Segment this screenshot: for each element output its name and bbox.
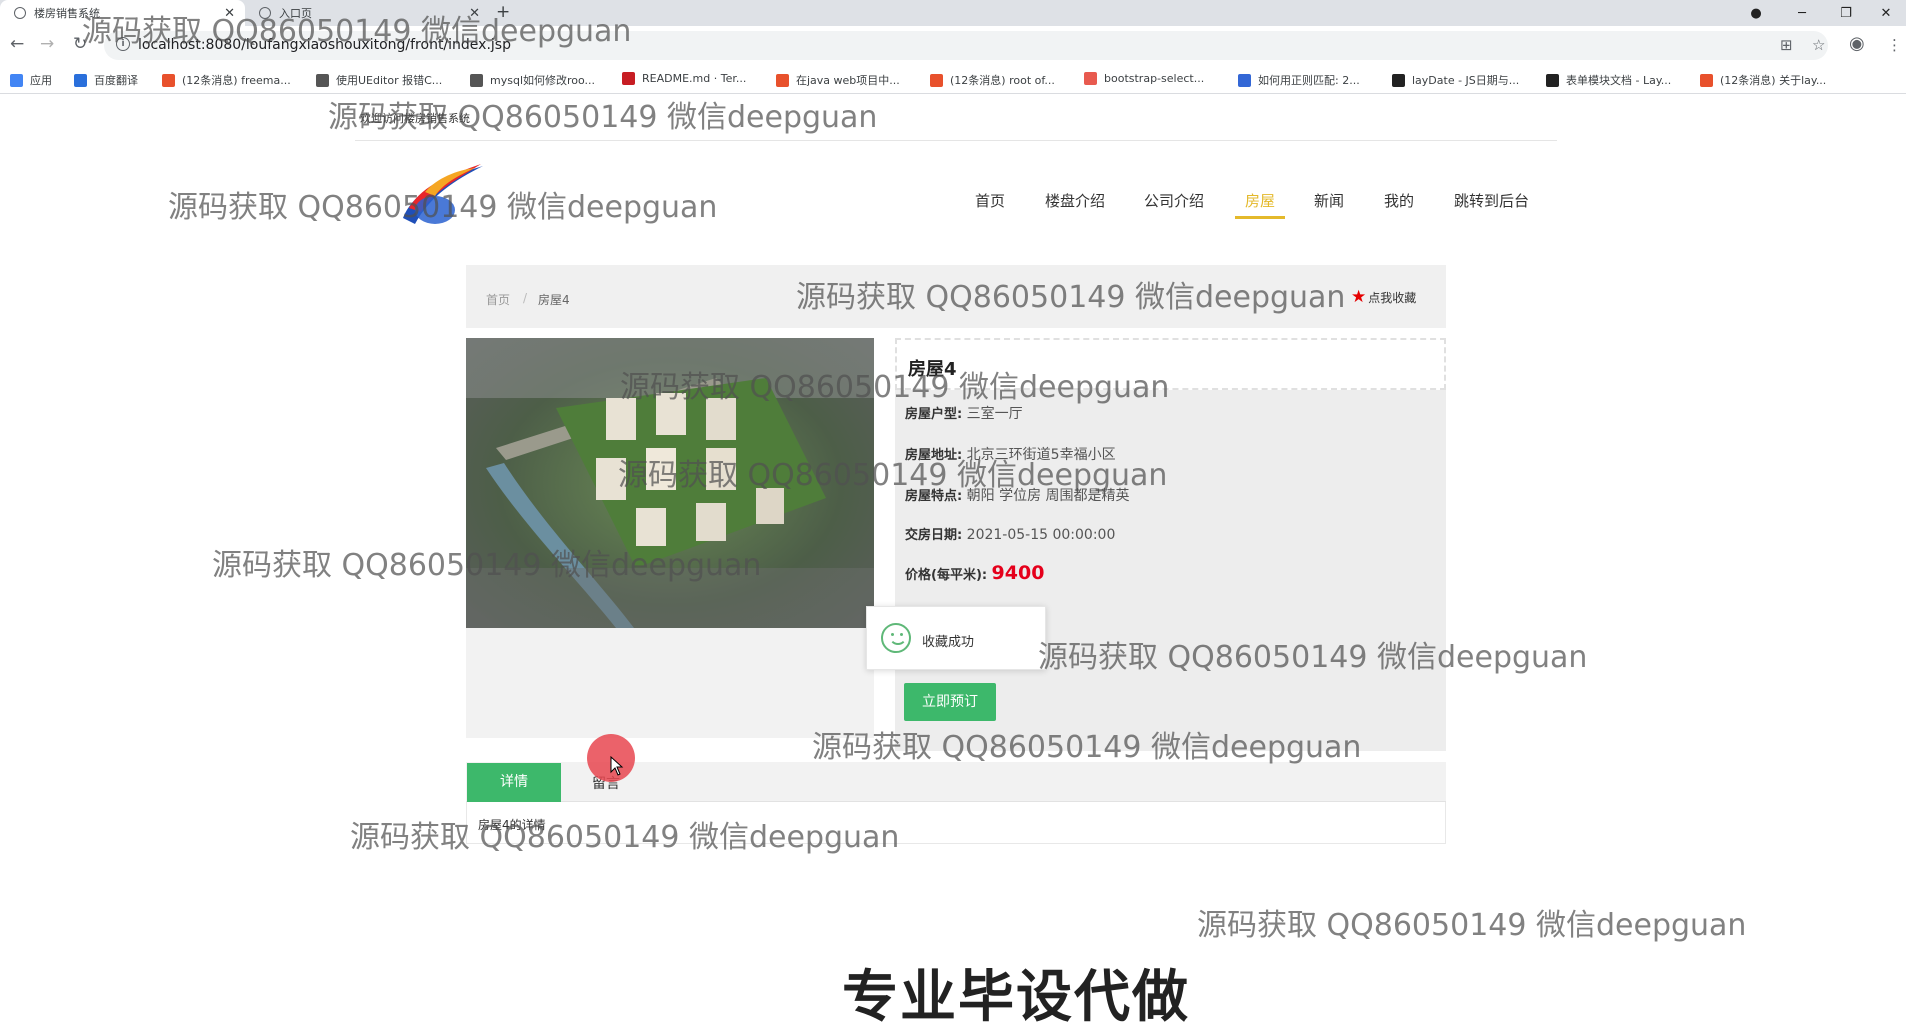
minimize-icon[interactable]: ─: [1782, 0, 1822, 26]
bookmark-item[interactable]: 应用: [10, 72, 52, 88]
bookmark-label: 表单模块文档 - Lay...: [1566, 74, 1672, 87]
price-row: 价格(每平米): 9400: [905, 562, 1044, 584]
apps-grid-icon: [10, 73, 23, 87]
bookmark-favicon-icon: [930, 73, 943, 87]
bookmark-label: mysql如何修改roo...: [490, 74, 596, 87]
bookmark-favicon-icon: [1238, 73, 1251, 87]
house-field-row: 房屋户型: 三室一厅: [905, 403, 1023, 423]
bookmark-favicon-icon: [162, 73, 175, 87]
bookmark-label: 如何用正则匹配: 2...: [1258, 74, 1360, 87]
bookmark-label: 百度翻译: [94, 74, 138, 87]
house-field-row: 交房日期: 2021-05-15 00:00:00: [905, 524, 1115, 543]
promo-banner: 专业毕设代做: [842, 965, 1190, 1030]
field-label: 交房日期:: [905, 528, 963, 543]
bookmark-label: (12条消息) freema...: [182, 74, 291, 87]
book-now-button[interactable]: 立即预订: [904, 683, 996, 721]
tab-detail[interactable]: 详情: [467, 763, 561, 802]
bookmark-favicon-icon: [622, 72, 635, 85]
bookmark-item[interactable]: (12条消息) root of...: [930, 72, 1055, 88]
nav-item[interactable]: 我的: [1384, 190, 1414, 211]
watermark-text: 源码获取 QQ86050149 微信deepguan: [82, 14, 632, 49]
field-value: 三室一厅: [966, 406, 1023, 422]
bookmark-favicon-icon: [1700, 73, 1713, 87]
field-label: 房屋户型:: [905, 407, 963, 422]
watermark-text: 源码获取 QQ86050149 微信deepguan: [168, 190, 718, 225]
bookmark-favicon-icon: [1546, 73, 1559, 87]
bookmark-item[interactable]: (12条消息) freema...: [162, 72, 291, 88]
bookmark-item[interactable]: (12条消息) 关于lay...: [1700, 72, 1826, 88]
price-value: 9400: [991, 562, 1045, 584]
bookmark-label: bootstrap-select...: [1104, 72, 1205, 85]
watermark-text: 源码获取 QQ86050149 微信deepguan: [1038, 640, 1588, 675]
watermark-text: 源码获取 QQ86050149 微信deepguan: [620, 370, 1170, 405]
nav-item[interactable]: 房屋: [1245, 190, 1275, 211]
bookmark-favicon-icon: [1392, 73, 1405, 87]
breadcrumb-separator: /: [523, 291, 528, 305]
nav-item[interactable]: 楼盘介绍: [1045, 190, 1105, 211]
bookmark-item[interactable]: 表单模块文档 - Lay...: [1546, 72, 1671, 88]
watermark-text: 源码获取 QQ86050149 微信deepguan: [212, 548, 762, 583]
restore-icon[interactable]: ❐: [1826, 0, 1866, 26]
breadcrumb-home[interactable]: 首页: [486, 291, 510, 308]
bookmark-label: 应用: [30, 74, 52, 87]
back-arrow-icon[interactable]: ←: [10, 34, 24, 54]
bookmark-item[interactable]: layDate - JS日期与...: [1392, 72, 1519, 88]
bookmark-label: 使用UEditor 报错C...: [336, 74, 443, 87]
forward-arrow-icon[interactable]: →: [40, 34, 54, 54]
bookmark-favicon-icon: [1084, 72, 1097, 85]
watermark-text: 源码获取 QQ86050149 微信deepguan: [350, 820, 900, 855]
bookmark-favicon-icon: [470, 73, 483, 87]
bookmark-label: 在java web项目中...: [796, 74, 900, 87]
field-value: 2021-05-15 00:00:00: [966, 527, 1116, 543]
bookmark-favicon-icon: [74, 73, 87, 87]
success-toast: 收藏成功: [866, 606, 1046, 670]
bookmark-item[interactable]: README.md · Ter...: [622, 72, 746, 85]
nav-item[interactable]: 首页: [975, 190, 1005, 211]
watermark-text: 源码获取 QQ86050149 微信deepguan: [812, 730, 1362, 765]
mouse-cursor-icon: [610, 756, 624, 776]
bookmark-item[interactable]: bootstrap-select...: [1084, 72, 1204, 85]
toast-message: 收藏成功: [922, 635, 975, 650]
bookmark-label: README.md · Ter...: [642, 72, 747, 85]
translate-icon[interactable]: ⊞: [1780, 36, 1793, 54]
account-avatar-icon[interactable]: ◉: [1849, 33, 1865, 54]
smile-icon: [881, 623, 911, 653]
favorite-label: 点我收藏: [1368, 290, 1417, 305]
price-label: 价格(每平米):: [905, 568, 988, 583]
bookmark-label: layDate - JS日期与...: [1412, 74, 1520, 87]
bookmark-favicon-icon: [776, 73, 789, 87]
breadcrumb-current: 房屋4: [538, 293, 570, 307]
nav-item[interactable]: 公司介绍: [1144, 190, 1204, 211]
watermark-text: 源码获取 QQ86050149 微信deepguan: [796, 280, 1346, 315]
favorite-button[interactable]: ★ 点我收藏: [1351, 287, 1416, 307]
watermark-text: 源码获取 QQ86050149 微信deepguan: [328, 100, 878, 135]
close-window-icon[interactable]: ✕: [1866, 0, 1906, 26]
bookmark-star-icon[interactable]: ☆: [1812, 36, 1825, 54]
nav-item[interactable]: 新闻: [1314, 190, 1344, 211]
watermark-text: 源码获取 QQ86050149 微信deepguan: [1197, 908, 1747, 943]
header-divider: [355, 140, 1557, 141]
bookmark-item[interactable]: 使用UEditor 报错C...: [316, 72, 442, 88]
bookmark-favicon-icon: [316, 73, 329, 87]
bookmark-label: (12条消息) 关于lay...: [1720, 74, 1827, 87]
bookmark-label: (12条消息) root of...: [950, 74, 1055, 87]
bookmark-item[interactable]: 在java web项目中...: [776, 72, 900, 88]
watermark-text: 源码获取 QQ86050149 微信deepguan: [618, 458, 1168, 493]
profile-menu-icon[interactable]: ●: [1736, 0, 1776, 26]
browser-menu-icon[interactable]: ⋮: [1887, 36, 1902, 54]
bookmark-item[interactable]: mysql如何修改roo...: [470, 72, 595, 88]
nav-item[interactable]: 跳转到后台: [1454, 190, 1529, 211]
star-icon: ★: [1351, 287, 1367, 307]
active-nav-indicator: [1235, 216, 1285, 219]
bookmark-item[interactable]: 百度翻译: [74, 72, 138, 88]
site-favicon-icon: [14, 7, 26, 19]
bookmark-item[interactable]: 如何用正则匹配: 2...: [1238, 72, 1360, 88]
